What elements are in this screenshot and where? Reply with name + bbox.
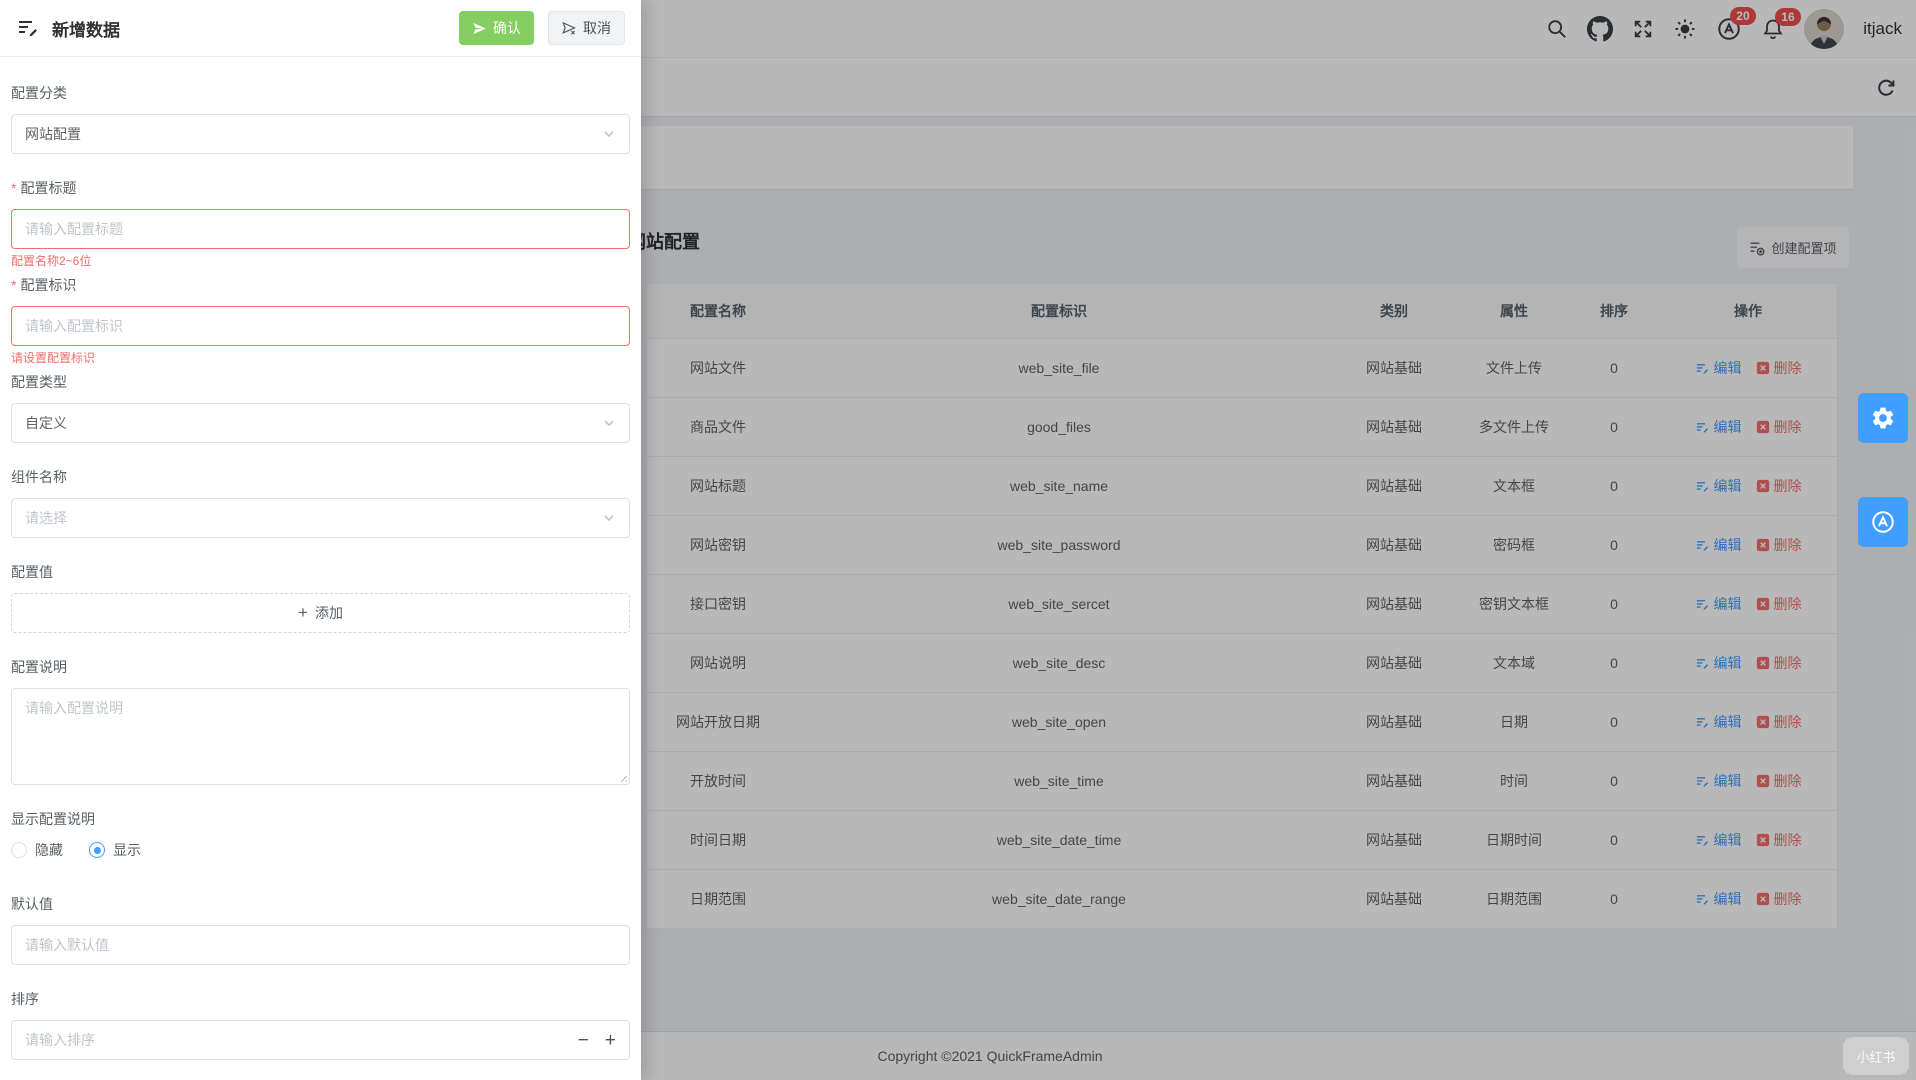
chevron-down-icon <box>602 127 616 141</box>
field-label-value: 配置值 <box>11 562 630 582</box>
add-data-drawer: 新增数据 确认 取消 配置分类 网站配置 * 配置标题 配置名称2~6位 * 配… <box>0 0 641 1080</box>
confirm-button[interactable]: 确认 <box>459 11 534 45</box>
sort-input[interactable] <box>25 1032 570 1048</box>
config-description-textarea[interactable] <box>12 689 629 779</box>
drawer-header: 新增数据 确认 取消 <box>0 0 641 57</box>
field-label-component: 组件名称 <box>11 467 630 487</box>
field-label-category: 配置分类 <box>11 83 630 103</box>
config-code-input[interactable] <box>25 318 616 334</box>
default-value-input[interactable] <box>25 937 616 953</box>
config-type-select[interactable]: 自定义 <box>11 403 630 443</box>
send-cancel-icon <box>562 21 577 36</box>
field-label-type: 配置类型 <box>11 372 630 392</box>
field-label-sort: 排序 <box>11 989 630 1009</box>
radio-hide[interactable]: 隐藏 <box>11 840 63 860</box>
required-mark: * <box>11 277 16 293</box>
appstore-float-button[interactable] <box>1858 497 1908 547</box>
settings-float-button[interactable] <box>1858 393 1908 443</box>
field-label-code: * 配置标识 <box>11 275 630 295</box>
cancel-button[interactable]: 取消 <box>548 11 625 45</box>
send-icon <box>472 21 487 36</box>
chevron-down-icon <box>602 416 616 430</box>
category-select[interactable]: 网站配置 <box>11 114 630 154</box>
code-error-message: 请设置配置标识 <box>11 349 630 366</box>
chevron-down-icon <box>602 511 616 525</box>
increment-button[interactable]: + <box>605 1031 616 1050</box>
field-label-show-desc: 显示配置说明 <box>11 809 630 829</box>
config-title-input[interactable] <box>25 221 616 237</box>
config-code-input-wrap <box>11 306 630 346</box>
default-value-input-wrap <box>11 925 630 965</box>
required-mark: * <box>11 180 16 196</box>
field-label-default: 默认值 <box>11 894 630 914</box>
form-edit-icon <box>16 16 40 40</box>
drawer-title: 新增数据 <box>52 16 459 41</box>
radio-circle-selected-icon <box>89 842 105 858</box>
drawer-body: 配置分类 网站配置 * 配置标题 配置名称2~6位 * 配置标识 请设置配置标识… <box>0 57 641 1060</box>
radio-show[interactable]: 显示 <box>89 840 141 860</box>
decrement-button[interactable]: − <box>578 1031 589 1050</box>
plus-icon: + <box>298 603 308 623</box>
config-description-wrap <box>11 688 630 785</box>
gear-icon <box>1870 405 1896 431</box>
title-error-message: 配置名称2~6位 <box>11 252 630 269</box>
config-title-input-wrap <box>11 209 630 249</box>
sort-input-wrap: − + <box>11 1020 630 1060</box>
show-desc-radio-group: 隐藏 显示 <box>11 840 630 860</box>
component-select[interactable]: 请选择 <box>11 498 630 538</box>
add-config-value-button[interactable]: + 添加 <box>11 593 630 633</box>
watermark-badge: 小红书 <box>1843 1037 1909 1075</box>
circle-a-icon <box>1870 509 1896 535</box>
radio-circle-icon <box>11 842 27 858</box>
field-label-description: 配置说明 <box>11 657 630 677</box>
field-label-title: * 配置标题 <box>11 178 630 198</box>
